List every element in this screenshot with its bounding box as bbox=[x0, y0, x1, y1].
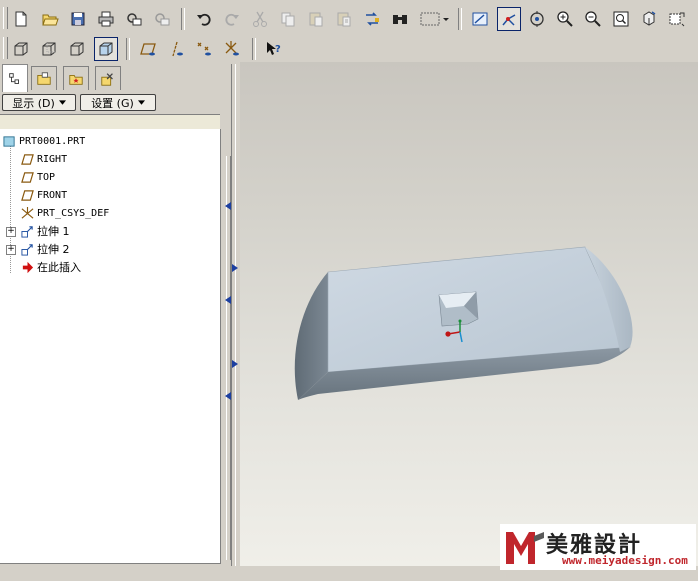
tree-item-top-plane[interactable]: TOP bbox=[21, 169, 55, 185]
coordinate-systems-toggle-icon[interactable] bbox=[220, 37, 244, 61]
new-file-icon[interactable] bbox=[9, 7, 33, 31]
watermark-logo: 美雅設計 www.meiyadesign.com bbox=[500, 524, 696, 570]
context-help-icon[interactable]: ? bbox=[262, 37, 286, 61]
tree-item-insert-here[interactable]: 在此插入 bbox=[21, 259, 81, 275]
tab-connections[interactable] bbox=[95, 66, 121, 90]
navigator-tabs bbox=[0, 64, 126, 92]
favorites-icon bbox=[69, 74, 83, 85]
show-menu-label: 显示 (D) bbox=[12, 96, 55, 110]
tree-item-label: TOP bbox=[37, 171, 56, 183]
model-tree-column-header bbox=[0, 114, 220, 130]
expand-right-arrow-icon[interactable] bbox=[232, 360, 238, 368]
paste-icon[interactable] bbox=[304, 7, 328, 31]
datum-points-toggle-icon[interactable] bbox=[192, 37, 216, 61]
datum-plane-icon bbox=[21, 171, 34, 183]
display-toolbar: ? bbox=[0, 34, 698, 64]
send-mail-icon[interactable] bbox=[122, 7, 146, 31]
toolbar-separator bbox=[252, 38, 256, 60]
tab-folder-browser[interactable] bbox=[31, 66, 57, 90]
model-tree-icon bbox=[9, 72, 19, 84]
regenerate-icon[interactable] bbox=[360, 7, 384, 31]
coordinate-system-icon bbox=[21, 206, 34, 219]
expand-right-arrow-icon[interactable] bbox=[232, 264, 238, 272]
open-file-icon[interactable] bbox=[38, 7, 62, 31]
print-icon[interactable] bbox=[94, 7, 118, 31]
tree-item-label: PRT_CSYS_DEF bbox=[37, 207, 110, 219]
tree-item-label: RIGHT bbox=[37, 153, 68, 165]
meiya-logo-icon bbox=[506, 532, 544, 564]
cut-icon[interactable] bbox=[248, 7, 272, 31]
tree-item-right-plane[interactable]: RIGHT bbox=[21, 151, 67, 167]
tree-item-label: FRONT bbox=[37, 189, 68, 201]
toolbar-separator bbox=[181, 8, 185, 30]
collapse-left-arrow-icon[interactable] bbox=[225, 392, 231, 400]
watermark-url-text: www.meiyadesign.com bbox=[562, 554, 688, 567]
tree-item-label: 拉伸 1 bbox=[37, 225, 70, 238]
hidden-line-icon[interactable] bbox=[37, 37, 61, 61]
copy-icon[interactable] bbox=[276, 7, 300, 31]
tree-item-csys[interactable]: PRT_CSYS_DEF bbox=[21, 205, 109, 221]
graphics-viewport[interactable] bbox=[240, 62, 698, 566]
3d-model-view bbox=[294, 246, 633, 400]
datum-plane-icon bbox=[21, 153, 34, 165]
toolbar-separator bbox=[126, 38, 130, 60]
toolbar-separator bbox=[458, 8, 462, 30]
collapse-left-arrow-icon[interactable] bbox=[225, 296, 231, 304]
datum-axes-toggle-icon[interactable] bbox=[164, 37, 188, 61]
tab-favorites[interactable] bbox=[63, 66, 89, 90]
folder-browser-icon bbox=[37, 71, 51, 85]
expand-toggle[interactable]: + bbox=[6, 227, 16, 237]
saved-views-icon[interactable] bbox=[665, 7, 689, 31]
extrude-icon bbox=[21, 243, 33, 256]
reorient-icon[interactable] bbox=[637, 7, 661, 31]
show-menu-button[interactable]: 显示 (D) bbox=[2, 94, 76, 111]
orient-mode-icon[interactable] bbox=[525, 7, 549, 31]
refit-icon[interactable] bbox=[609, 7, 633, 31]
part-icon bbox=[3, 135, 15, 147]
tree-item-part[interactable]: PRT0001.PRT bbox=[3, 133, 85, 149]
tree-item-label: 拉伸 2 bbox=[37, 243, 70, 256]
undo-icon[interactable] bbox=[192, 7, 216, 31]
svg-text:?: ? bbox=[275, 44, 281, 55]
selection-box-dropdown[interactable] bbox=[416, 7, 452, 31]
tree-item-label: PRT0001.PRT bbox=[19, 135, 86, 147]
insert-here-arrow-icon bbox=[22, 261, 34, 273]
search-binoculars-icon[interactable] bbox=[388, 7, 412, 31]
spin-center-icon[interactable] bbox=[497, 7, 521, 31]
no-hidden-icon[interactable] bbox=[65, 37, 89, 61]
splitter-line bbox=[231, 64, 236, 566]
wireframe-icon[interactable] bbox=[9, 37, 33, 61]
save-icon[interactable] bbox=[66, 7, 90, 31]
shading-icon[interactable] bbox=[94, 37, 118, 61]
datum-plane-icon bbox=[21, 189, 34, 201]
tree-item-extrude-2[interactable]: 拉伸 2 bbox=[21, 241, 70, 257]
tree-item-front-plane[interactable]: FRONT bbox=[21, 187, 67, 203]
extrude-icon bbox=[21, 225, 33, 238]
repaint-icon[interactable] bbox=[468, 7, 492, 31]
main-toolbar bbox=[0, 4, 698, 34]
tree-item-label: 在此插入 bbox=[37, 261, 81, 274]
expand-toggle[interactable]: + bbox=[6, 245, 16, 255]
send-link-icon[interactable] bbox=[150, 7, 174, 31]
tab-model-tree[interactable] bbox=[2, 64, 28, 92]
model-tree: PRT0001.PRT RIGHT TOP FRONT PRT_CSYS_DEF… bbox=[0, 129, 221, 564]
settings-menu-label: 设置 (G) bbox=[91, 96, 134, 110]
zoom-out-icon[interactable] bbox=[581, 7, 605, 31]
tree-item-extrude-1[interactable]: 拉伸 1 bbox=[21, 223, 70, 239]
collapse-left-arrow-icon[interactable] bbox=[225, 202, 231, 210]
zoom-in-icon[interactable] bbox=[553, 7, 577, 31]
toolbar-grip[interactable] bbox=[3, 37, 8, 59]
connections-icon bbox=[101, 72, 113, 86]
toolbar-grip[interactable] bbox=[3, 7, 8, 29]
chevron-down-icon bbox=[137, 100, 145, 105]
panel-splitter[interactable] bbox=[222, 64, 240, 566]
model-tree-menu-bar: 显示 (D) 设置 (G) bbox=[0, 92, 222, 114]
redo-icon[interactable] bbox=[220, 7, 244, 31]
chevron-down-icon bbox=[58, 100, 66, 105]
settings-menu-button[interactable]: 设置 (G) bbox=[80, 94, 156, 111]
paste-special-icon[interactable] bbox=[332, 7, 356, 31]
datum-planes-toggle-icon[interactable] bbox=[136, 37, 160, 61]
